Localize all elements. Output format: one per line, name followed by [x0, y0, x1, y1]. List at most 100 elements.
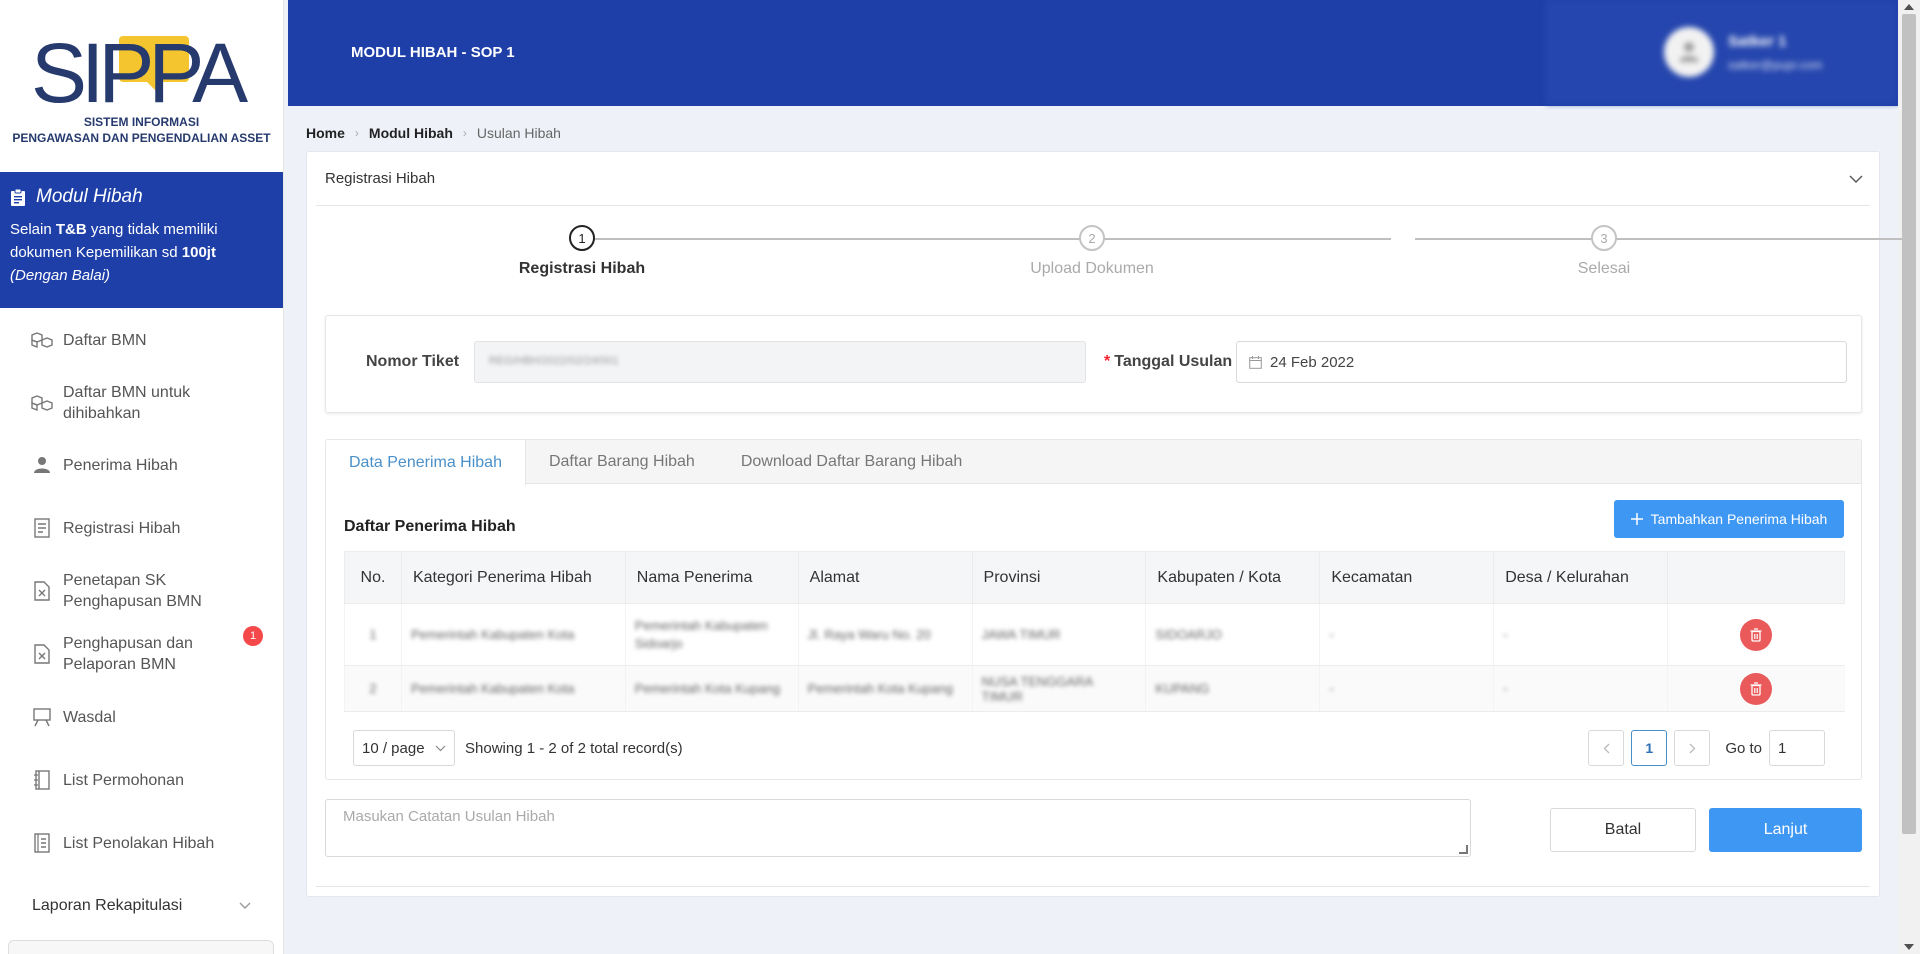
cell-nama: Pemerintah Kota Kupang — [634, 681, 781, 696]
cell-kategori: Pemerintah Kabupaten Kota — [410, 681, 575, 696]
breadcrumb-current: Usulan Hibah — [476, 125, 561, 141]
tab-data-penerima-hibah[interactable]: Data Penerima Hibah — [326, 440, 526, 485]
module-title: Modul Hibah — [10, 186, 273, 208]
app-logo: SIPPA SISTEM INFORMASI PENGAWASAN DAN PE… — [0, 0, 283, 172]
sidebar-group-laporan-rekapitulasi[interactable]: Laporan Rekapitulasi — [0, 886, 283, 926]
sidebar-item-daftar-bmn[interactable]: Daftar BMN — [0, 308, 283, 372]
sidebar-item-penerima-hibah[interactable]: Penerima Hibah — [0, 434, 283, 496]
collapse-chevron-icon[interactable] — [1849, 175, 1863, 183]
sidebar-item-label: List Penolakan Hibah — [63, 834, 215, 852]
user-menu[interactable]: Satker 1 satker@pupr.com — [1546, 0, 1898, 104]
module-desc-italic: (Dengan Balai) — [10, 267, 111, 284]
chevron-down-icon — [239, 902, 251, 909]
boxes-icon — [30, 331, 54, 349]
sippa-logo-icon: SIPPA — [31, 30, 254, 108]
card-title: Registrasi Hibah — [325, 170, 436, 187]
ticket-number-field: REG/HBH/2022/02/24/001 — [474, 341, 1086, 383]
ticket-number-value: REG/HBH/2022/02/24/001 — [489, 355, 619, 367]
add-recipient-button[interactable]: Tambahkan Penerima Hibah — [1614, 500, 1844, 538]
stepper: 1 2 3 Registrasi Hibah Upload Dokumen Se… — [307, 206, 1903, 292]
tab-download-daftar-barang-hibah[interactable]: Download Daftar Barang Hibah — [718, 440, 985, 483]
page-button-current[interactable]: 1 — [1631, 730, 1668, 766]
note-textarea[interactable]: Masukan Catatan Usulan Hibah — [325, 799, 1471, 857]
sidebar-item-penetapan-sk[interactable]: Penetapan SK Penghapusan BMN — [0, 560, 283, 622]
ticket-form: Nomor Tiket REG/HBH/2022/02/24/001 * Tang… — [325, 315, 1862, 413]
page-size-select[interactable]: 10 / page — [353, 730, 455, 766]
board-icon — [30, 707, 54, 727]
user-icon — [30, 456, 54, 474]
page-title: MODUL HIBAH - SOP 1 — [351, 44, 515, 61]
breadcrumb-separator-icon: › — [354, 126, 359, 140]
sidebar-item-label: Penerima Hibah — [63, 456, 178, 474]
page-size-value: 10 / page — [362, 739, 425, 757]
trash-icon — [1750, 681, 1762, 696]
cell-kecamatan: - — [1329, 681, 1334, 696]
breadcrumb-separator-icon: › — [462, 126, 467, 140]
plus-icon — [1630, 513, 1643, 525]
date-field[interactable]: 24 Feb 2022 — [1236, 341, 1847, 383]
card-header[interactable]: Registrasi Hibah — [316, 152, 1870, 206]
calendar-icon — [1249, 355, 1262, 369]
cell-nama: Pemerintah Kabupaten Sidoarjo — [634, 617, 768, 651]
cell-kecamatan: - — [1329, 627, 1334, 642]
delete-row-button[interactable] — [1740, 672, 1773, 705]
user-avatar-icon — [1679, 42, 1699, 62]
column-header — [1667, 551, 1845, 604]
cell-kategori: Pemerintah Kabupaten Kota — [410, 627, 575, 642]
table-row: 2 Pemerintah Kabupaten Kota Pemerintah K… — [344, 665, 1845, 712]
scrollbar-thumb[interactable] — [1902, 14, 1916, 834]
card-footer-divider — [316, 886, 1870, 887]
resize-grip-icon[interactable] — [1459, 845, 1468, 854]
avatar — [1664, 27, 1714, 77]
sidebar-group-label: Laporan Rekapitulasi — [32, 897, 183, 914]
note-placeholder: Masukan Catatan Usulan Hibah — [343, 808, 555, 825]
cancel-button[interactable]: Batal — [1550, 808, 1696, 852]
sidebar-menu: Daftar BMN Daftar BMN untuk dihibahkan P… — [0, 308, 283, 874]
clipboard-icon — [11, 188, 25, 206]
breadcrumb-home[interactable]: Home — [306, 125, 345, 141]
date-value: 24 Feb 2022 — [1270, 353, 1355, 371]
sidebar-item-wasdal[interactable]: Wasdal — [0, 686, 283, 748]
breadcrumb-modul-hibah[interactable]: Modul Hibah — [369, 125, 453, 141]
column-header: No. — [344, 551, 402, 604]
next-button[interactable]: Lanjut — [1709, 808, 1862, 852]
column-header: Provinsi — [971, 551, 1147, 604]
file-x-icon — [30, 644, 54, 664]
column-header: Kabupaten / Kota — [1145, 551, 1321, 604]
goto-label: Go to — [1725, 739, 1762, 757]
breadcrumb: Home › Modul Hibah › Usulan Hibah — [306, 125, 561, 141]
logo-subtitle: SISTEM INFORMASI PENGAWASAN DAN PENGENDA… — [12, 114, 270, 146]
scroll-up-arrow-icon[interactable] — [1904, 4, 1914, 10]
stepper-line — [1415, 238, 1903, 240]
cell-desa: - — [1503, 681, 1508, 696]
boxes-icon — [30, 394, 54, 412]
sidebar-item-list-permohonan[interactable]: List Permohonan — [0, 748, 283, 812]
cell-no: 1 — [369, 627, 377, 642]
page-scrollbar[interactable] — [1898, 0, 1920, 954]
tabs-panel: Data Penerima Hibah Daftar Barang Hibah … — [325, 439, 1862, 780]
chevron-left-icon — [1603, 743, 1610, 753]
scroll-down-arrow-icon[interactable] — [1904, 944, 1914, 950]
module-description: Selain T&B yang tidak memiliki dokumen K… — [10, 218, 273, 287]
sidebar-item-registrasi-hibah[interactable]: Registrasi Hibah — [0, 496, 283, 560]
chevron-down-icon — [435, 745, 446, 751]
sidebar-item-list-penolakan[interactable]: List Penolakan Hibah — [0, 812, 283, 874]
sidebar-item-label: Daftar BMN untuk dihibahkan — [63, 384, 191, 422]
next-page-button[interactable] — [1674, 730, 1711, 766]
delete-row-button[interactable] — [1740, 618, 1773, 651]
sidebar-bottom-panel — [8, 940, 274, 954]
cell-kabupaten: KUPANG — [1155, 681, 1210, 696]
cell-alamat: Pemerintah Kota Kupang — [807, 681, 953, 696]
prev-page-button[interactable] — [1588, 730, 1625, 766]
registration-card: Registrasi Hibah 1 2 3 Registrasi Hibah … — [306, 151, 1903, 897]
list-title: Daftar Penerima Hibah — [344, 518, 516, 535]
stepper-line — [589, 238, 1391, 240]
goto-page-input[interactable]: 1 — [1769, 730, 1825, 766]
sidebar-item-label: Registrasi Hibah — [63, 519, 181, 537]
tab-daftar-barang-hibah[interactable]: Daftar Barang Hibah — [526, 440, 718, 483]
step-2-circle: 2 — [1079, 225, 1105, 251]
column-header: Kategori Penerima Hibah — [400, 551, 626, 604]
module-desc-pre: Selain — [10, 221, 56, 238]
sidebar-item-daftar-bmn-dihibahkan[interactable]: Daftar BMN untuk dihibahkan — [0, 372, 283, 434]
sidebar-item-penghapusan-pelaporan[interactable]: Penghapusan dan Pelaporan BMN 1 — [0, 622, 283, 686]
